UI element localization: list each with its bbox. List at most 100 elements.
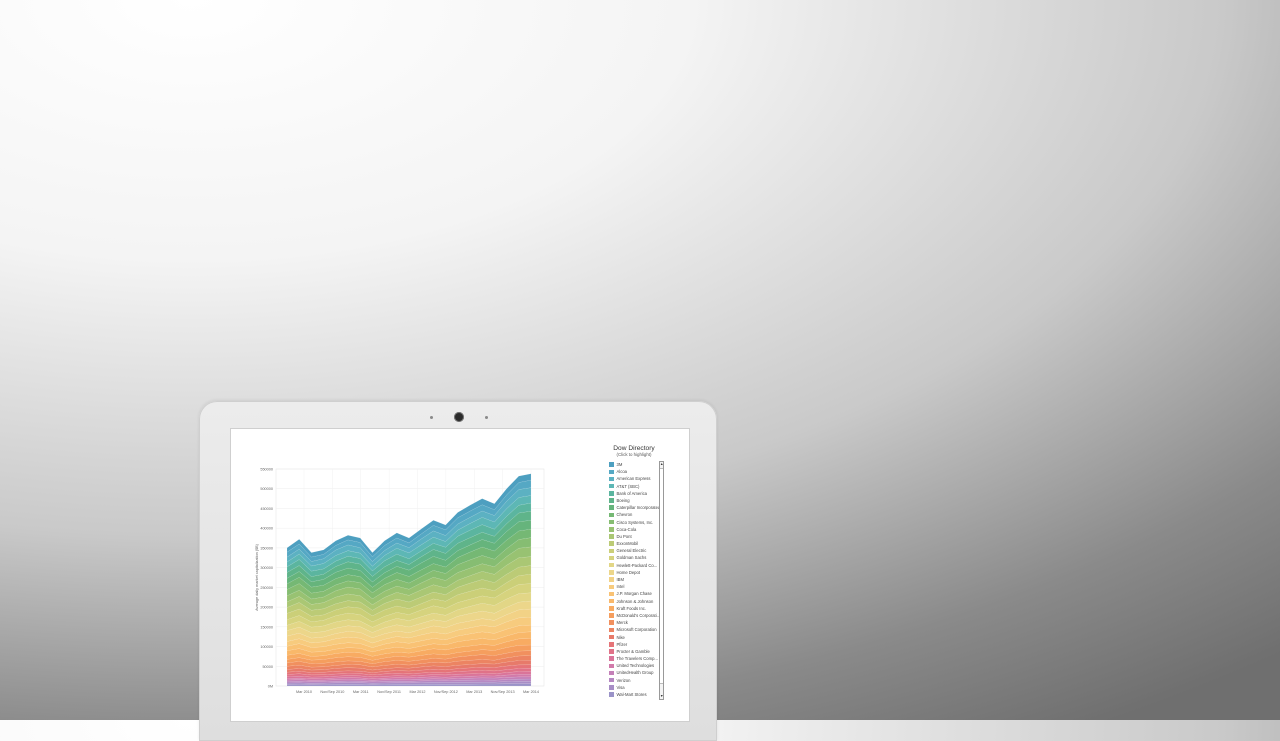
legend-label: IBM xyxy=(616,577,624,582)
legend-item[interactable]: J.P. Morgan Chase xyxy=(609,590,659,597)
x-tick-label: Mar 2010 xyxy=(296,690,312,694)
y-axis-label: Average daily market capitalization ($B) xyxy=(255,543,259,611)
legend-item[interactable]: United Technologies xyxy=(609,662,659,669)
legend-label: United Technologies xyxy=(616,663,655,669)
y-tick-label: 250000 xyxy=(260,586,273,590)
x-tick-label: Nov/Sep 2012 xyxy=(434,690,458,694)
legend-swatch xyxy=(609,462,614,467)
legend-swatch xyxy=(609,498,614,503)
legend-swatch xyxy=(609,483,614,489)
y-tick-label: 50000 xyxy=(262,665,273,669)
legend-item[interactable]: Caterpillar Incorporated xyxy=(609,504,659,511)
y-tick-label: 550000 xyxy=(260,468,273,472)
scroll-thumb[interactable] xyxy=(660,468,663,684)
legend-item[interactable]: Alcoa xyxy=(609,468,659,475)
legend-item[interactable]: IBM xyxy=(609,576,659,583)
y-tick-label: 300000 xyxy=(260,566,273,570)
legend-swatch xyxy=(609,627,614,633)
legend-item[interactable]: American Express xyxy=(609,475,659,482)
legend-item[interactable]: Cisco Systems, Inc. xyxy=(609,519,659,526)
legend-label: Johnson & Johnson xyxy=(616,598,654,604)
legend-item[interactable]: AT&T (SBC) xyxy=(609,483,659,490)
legend-swatch xyxy=(609,613,614,618)
sensor-dot xyxy=(430,416,433,419)
y-tick-label: 150000 xyxy=(260,625,273,629)
legend-item[interactable]: Johnson & Johnson xyxy=(609,598,659,605)
legend-item[interactable]: Bank of America xyxy=(609,490,659,497)
legend-swatch xyxy=(609,670,614,676)
legend-item[interactable]: Kraft Foods Inc. xyxy=(609,605,659,612)
legend-item[interactable]: The Travelers Comp... xyxy=(609,655,659,662)
legend-swatch xyxy=(609,606,614,611)
legend-item[interactable]: Pfizer xyxy=(609,641,659,648)
legend-label: J.P. Morgan Chase xyxy=(616,591,652,597)
stacked-area-chart: 0M 50000 100000 150000 200000 250000 300000 350… xyxy=(255,468,545,694)
legend-item[interactable]: Goldman Sachs xyxy=(609,554,659,561)
legend-swatch xyxy=(609,570,614,575)
legend-item[interactable]: Visa xyxy=(609,684,659,691)
x-tick-label: Nov/Sep 2011 xyxy=(377,690,401,694)
legend-item[interactable]: Chevron xyxy=(609,511,659,518)
legend-item[interactable]: General Electric xyxy=(609,547,659,554)
legend-scrollbar[interactable]: ▲ ▼ xyxy=(659,461,664,700)
legend-item[interactable]: Boeing xyxy=(609,497,659,504)
legend-label: Pfizer xyxy=(616,641,628,647)
y-tick-label: 350000 xyxy=(260,546,273,550)
legend-swatch xyxy=(609,491,614,496)
legend-item[interactable]: Home Depot xyxy=(609,569,659,576)
legend-label: 3M xyxy=(616,462,623,467)
legend-item[interactable]: UnitedHealth Group xyxy=(609,669,659,676)
legend-label: Wal-Mart Stores xyxy=(616,692,647,697)
dow-directory-legend: Dow Directory (Click to highlight) 3M Alc… xyxy=(601,445,667,701)
x-tick-label: Mar 2012 xyxy=(409,690,425,694)
legend-item[interactable]: McDonald's Corporati... xyxy=(609,612,659,619)
legend-label: McDonald's Corporati... xyxy=(616,612,660,618)
legend-item[interactable]: Nike xyxy=(609,634,659,641)
legend-item[interactable]: Wal-Mart Stores xyxy=(609,691,659,698)
legend-item[interactable]: Microsoft Corporation xyxy=(609,626,659,633)
legend-label: Home Depot xyxy=(616,569,641,575)
legend-swatch xyxy=(609,649,614,654)
legend-swatch xyxy=(609,677,614,683)
legend-label: Kraft Foods Inc. xyxy=(616,605,647,611)
webcam-icon xyxy=(454,412,464,422)
scroll-up-arrow-icon[interactable]: ▲ xyxy=(660,462,663,467)
legend-item[interactable]: Merck xyxy=(609,619,659,626)
legend-item[interactable]: Verizon xyxy=(609,677,659,684)
legend-swatch xyxy=(609,541,614,546)
legend-label: Nike xyxy=(616,634,625,640)
legend-swatch xyxy=(609,685,614,690)
legend-label: Microsoft Corporation xyxy=(616,627,657,633)
legend-swatch xyxy=(609,562,614,568)
legend-label: Chevron xyxy=(616,512,633,518)
legend-item[interactable]: 3M xyxy=(609,461,659,468)
legend-list: 3M Alcoa American Express AT&T (SBC) Bank of… xyxy=(609,461,659,700)
y-tick-label: 500000 xyxy=(260,487,273,491)
legend-label: ExxonMobil xyxy=(616,541,639,547)
y-tick-label: 450000 xyxy=(260,507,273,511)
legend-swatch xyxy=(609,534,614,539)
x-tick-label: Mar 2013 xyxy=(466,690,482,694)
y-tick-label: 200000 xyxy=(260,606,273,610)
legend-label: Intel xyxy=(616,584,625,590)
legend-item[interactable]: Intel xyxy=(609,583,659,590)
legend-swatch xyxy=(609,527,614,532)
legend-item[interactable]: Du Pont xyxy=(609,533,659,540)
legend-label: Bank of America xyxy=(616,490,648,496)
legend-swatch xyxy=(609,663,614,669)
legend-label: Hewlett-Packard Co... xyxy=(616,562,658,568)
legend-swatch xyxy=(609,512,614,518)
legend-label: UnitedHealth Group xyxy=(616,670,654,676)
legend-label: Merck xyxy=(616,620,628,626)
legend-item[interactable]: Coca-Cola xyxy=(609,526,659,533)
legend-label: Alcoa xyxy=(616,469,627,475)
legend-item[interactable]: Procter & Gamble xyxy=(609,648,659,655)
legend-item[interactable]: ExxonMobil xyxy=(609,540,659,547)
legend-label: Coca-Cola xyxy=(616,526,637,532)
legend-item[interactable]: Hewlett-Packard Co... xyxy=(609,562,659,569)
scroll-down-arrow-icon[interactable]: ▼ xyxy=(660,694,663,699)
legend-swatch xyxy=(609,555,614,561)
legend-label: Procter & Gamble xyxy=(616,648,650,654)
y-tick-label: 400000 xyxy=(260,527,273,531)
legend-label: AT&T (SBC) xyxy=(616,483,640,489)
